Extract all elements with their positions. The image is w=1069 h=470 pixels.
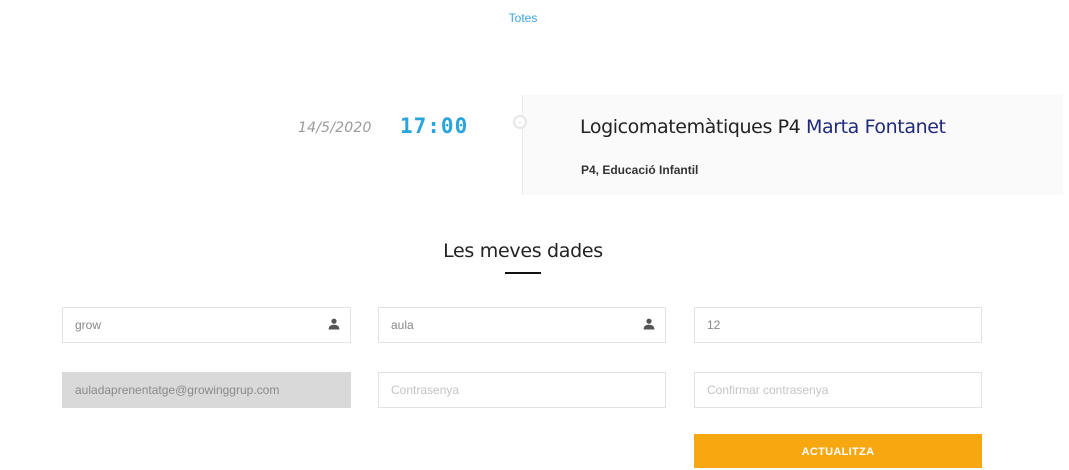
timeline-dot-icon: [513, 115, 527, 129]
filter-all-link[interactable]: Totes: [0, 11, 1046, 25]
last-name-field[interactable]: aula: [378, 307, 666, 343]
number-value: 12: [707, 318, 721, 332]
event-teacher: Marta Fontanet: [805, 116, 946, 138]
section-title: Les meves dades: [443, 240, 603, 262]
event-group: P4, Educació Infantil: [581, 163, 699, 177]
event-card[interactable]: Logicomatemàtiques P4 Marta Fontanet P4,…: [523, 95, 1063, 195]
event-title: Logicomatemàtiques P4 Marta Fontanet: [580, 116, 946, 138]
password-placeholder: Contrasenya: [391, 383, 460, 397]
last-name-value: aula: [391, 318, 414, 332]
section-underline: [505, 272, 541, 274]
email-value: auladaprenentatge@growinggrup.com: [75, 383, 280, 397]
first-name-value: grow: [75, 318, 102, 332]
confirm-password-placeholder: Confirmar contrasenya: [707, 383, 829, 397]
password-field[interactable]: Contrasenya: [378, 372, 666, 408]
update-button[interactable]: ACTUALITZA: [694, 434, 982, 468]
email-field: auladaprenentatge@growinggrup.com: [62, 372, 351, 408]
first-name-field[interactable]: grow: [62, 307, 351, 343]
user-icon: [643, 318, 655, 330]
event-date: 14/5/2020: [298, 120, 372, 136]
event-subject: Logicomatemàtiques P4: [580, 116, 801, 138]
user-icon: [328, 318, 340, 330]
confirm-password-field[interactable]: Confirmar contrasenya: [694, 372, 982, 408]
event-time: 17:00: [400, 114, 469, 138]
number-field[interactable]: 12: [694, 307, 982, 343]
